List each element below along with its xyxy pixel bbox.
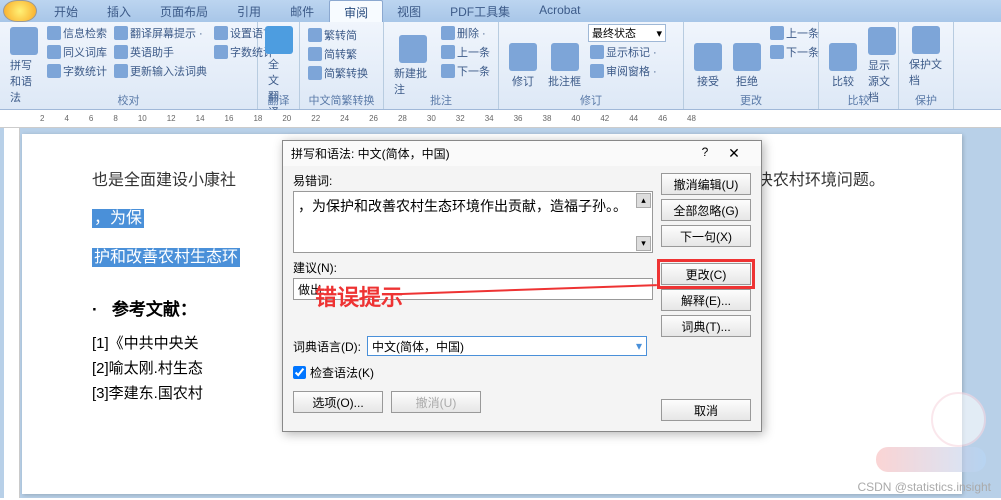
delete-comment-button[interactable]: 删除 · bbox=[439, 24, 492, 42]
next-sentence-button[interactable]: 下一句(X) bbox=[661, 225, 751, 247]
watermark: CSDN @statistics.insight bbox=[857, 480, 991, 494]
tab-pdf[interactable]: PDF工具集 bbox=[436, 0, 525, 22]
tab-view[interactable]: 视图 bbox=[383, 0, 436, 22]
dialog-title-text: 拼写和语法: 中文(简体，中国) bbox=[291, 145, 450, 162]
tab-references[interactable]: 引用 bbox=[223, 0, 276, 22]
error-textbox[interactable]: ，为保护和改善农村生态环境作出贡献，造福子孙。。 ▴ ▾ bbox=[293, 191, 653, 253]
language-dropdown[interactable]: 中文(简体，中国)▾ bbox=[367, 336, 647, 356]
close-button[interactable]: ✕ bbox=[715, 145, 753, 162]
lang-label: 词典语言(D): bbox=[293, 338, 361, 355]
decorative-cartoon bbox=[876, 392, 996, 472]
office-button[interactable] bbox=[3, 0, 37, 22]
group-chinese-title: 中文简繁转换 bbox=[300, 92, 383, 108]
tab-insert[interactable]: 插入 bbox=[93, 0, 146, 22]
show-markup-button[interactable]: 显示标记 · bbox=[588, 43, 666, 61]
ribbon-tabs: 开始 插入 页面布局 引用 邮件 审阅 视图 PDF工具集 Acrobat bbox=[0, 0, 1001, 22]
selected-text-2: 护和改善农村生态环 bbox=[92, 248, 240, 267]
review-pane-button[interactable]: 审阅窗格 · bbox=[588, 62, 666, 80]
selected-text-1: ，为保 bbox=[92, 209, 144, 228]
change-button[interactable]: 更改(C) bbox=[661, 263, 751, 285]
scroll-up-icon[interactable]: ▴ bbox=[636, 193, 651, 208]
research-button[interactable]: 信息检索 bbox=[45, 24, 109, 42]
next-change-button[interactable]: 下一条 bbox=[768, 43, 821, 61]
horizontal-ruler[interactable]: 2468101214161820222426283032343638404244… bbox=[0, 110, 1001, 128]
cancel-button[interactable]: 取消 bbox=[661, 399, 751, 421]
protect-button[interactable]: 保护文档 bbox=[905, 24, 947, 90]
english-assist-button[interactable]: 英语助手 bbox=[112, 43, 209, 61]
display-mode-dropdown[interactable]: 最终状态▾ bbox=[588, 24, 666, 42]
tab-mailings[interactable]: 邮件 bbox=[276, 0, 329, 22]
prev-change-button[interactable]: 上一条 bbox=[768, 24, 821, 42]
undo-edit-button[interactable]: 撤消编辑(U) bbox=[661, 173, 751, 195]
group-comments-title: 批注 bbox=[384, 92, 498, 108]
group-translate-title: 翻译 bbox=[258, 92, 299, 108]
group-proofing-title: 校对 bbox=[0, 92, 257, 108]
next-comment-button[interactable]: 下一条 bbox=[439, 62, 492, 80]
group-protect-title: 保护 bbox=[899, 92, 953, 108]
vertical-ruler[interactable] bbox=[4, 128, 20, 498]
simp-to-trad-button[interactable]: 简转繁 bbox=[306, 45, 377, 63]
thesaurus-button[interactable]: 同义词库 bbox=[45, 43, 109, 61]
tab-acrobat[interactable]: Acrobat bbox=[525, 0, 595, 22]
check-grammar-checkbox[interactable] bbox=[293, 366, 306, 379]
ime-update-button[interactable]: 更新输入法词典 bbox=[112, 62, 209, 80]
dialog-titlebar[interactable]: 拼写和语法: 中文(简体，中国) ? ✕ bbox=[283, 141, 761, 166]
group-tracking-title: 修订 bbox=[499, 92, 683, 108]
tab-review[interactable]: 审阅 bbox=[329, 0, 383, 22]
wordcount-button[interactable]: 字数统计 bbox=[45, 62, 109, 80]
ribbon: 拼写和语法 信息检索 同义词库 字数统计 翻译屏幕提示 · 英语助手 更新输入法… bbox=[0, 22, 1001, 110]
ignore-all-button[interactable]: 全部忽略(G) bbox=[661, 199, 751, 221]
scroll-down-icon[interactable]: ▾ bbox=[636, 236, 651, 251]
chevron-down-icon: ▾ bbox=[636, 339, 642, 353]
help-button[interactable]: ? bbox=[695, 145, 715, 162]
translate-tip-button[interactable]: 翻译屏幕提示 · bbox=[112, 24, 209, 42]
chevron-down-icon: ▾ bbox=[656, 27, 662, 40]
dictionary-button[interactable]: 词典(T)... bbox=[661, 315, 751, 337]
convert-button[interactable]: 简繁转换 bbox=[306, 64, 377, 82]
group-compare-title: 比较 bbox=[819, 92, 898, 108]
undo-button: 撤消(U) bbox=[391, 391, 481, 413]
prev-comment-button[interactable]: 上一条 bbox=[439, 43, 492, 61]
error-annotation: 错误提示 bbox=[315, 280, 403, 312]
explain-button[interactable]: 解释(E)... bbox=[661, 289, 751, 311]
check-grammar-label: 检查语法(K) bbox=[310, 364, 374, 381]
tab-home[interactable]: 开始 bbox=[40, 0, 93, 22]
options-button[interactable]: 选项(O)... bbox=[293, 391, 383, 413]
group-changes-title: 更改 bbox=[684, 92, 818, 108]
tab-layout[interactable]: 页面布局 bbox=[146, 0, 223, 22]
trad-to-simp-button[interactable]: 繁转简 bbox=[306, 26, 377, 44]
